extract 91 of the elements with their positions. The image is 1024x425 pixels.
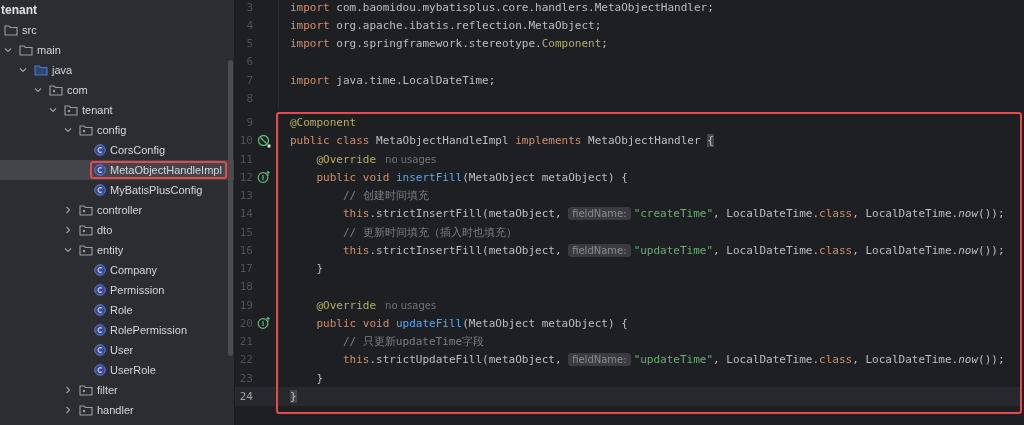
tree-item-label: controller: [97, 204, 143, 216]
tree-item-label: RolePermission: [110, 324, 188, 336]
code-line: this.strictInsertFill(metaObject, fieldName: "createTime", LocalDateTime.class, LocalDateTime.now());: [341, 207, 1005, 221]
code-line: import org.apache.ibatis.reflection.MetaObject;: [290, 18, 602, 32]
package-icon: [79, 384, 93, 396]
package-icon: [79, 204, 93, 216]
parameter-hint: fieldName:: [568, 207, 631, 221]
package-icon: [64, 104, 78, 116]
tree-item-label: config: [97, 124, 127, 136]
class-icon: [94, 324, 106, 336]
package-icon: [49, 84, 63, 96]
tree-item-label: handler: [97, 404, 134, 416]
tree-item[interactable]: tenant: [0, 100, 234, 120]
scrollbar[interactable]: [228, 60, 233, 356]
tree-item[interactable]: MetaObjectHandleImpl: [0, 160, 234, 180]
code-line: import java.time.LocalDateTime;: [290, 73, 496, 87]
code-line: public class MetaObjectHandleImpl implements MetaObjectHandler {: [290, 134, 714, 148]
code-line: this.strictInsertFill(metaObject, fieldName: "updateTime", LocalDateTime.class, LocalDateTime.now());: [341, 243, 1005, 257]
usage-hint: no usages: [385, 299, 437, 311]
parameter-hint: fieldName:: [568, 243, 631, 257]
class-icon: [94, 344, 106, 356]
class-icon: [94, 304, 106, 316]
tree-item-label: filter: [97, 384, 118, 396]
class-icon: [94, 144, 106, 156]
tree-item[interactable]: User: [0, 340, 234, 360]
tree-item-label: entity: [97, 244, 124, 256]
code-line: import com.baomidou.mybatisplus.core.handlers.MetaObjectHandler;: [290, 0, 714, 14]
code-line: }: [315, 371, 324, 385]
tree-item[interactable]: controller: [0, 200, 234, 220]
code-line: @Component: [290, 116, 357, 130]
project-title: tenant: [1, 3, 37, 17]
tree-item[interactable]: Permission: [0, 280, 234, 300]
tree-item-label: Company: [110, 264, 158, 276]
class-icon: [94, 264, 106, 276]
tree-item-label: dto: [97, 224, 113, 236]
tree-item-label: main: [37, 44, 61, 56]
code-line: import org.springframework.stereotype.Component;: [290, 37, 608, 51]
code-line: public void insertFill(MetaObject metaObject) {: [315, 170, 628, 184]
tree-item-label: MetaObjectHandleImpl: [110, 164, 222, 176]
code-line: // 更新时间填充（插入时也填充）: [341, 224, 517, 240]
code-brace: }: [290, 389, 297, 403]
package-icon: [79, 404, 93, 416]
tree-item-label: Role: [110, 304, 133, 316]
tree-item[interactable]: main: [0, 40, 234, 60]
tree-item-label: User: [110, 344, 134, 356]
tree-item-label: Permission: [110, 284, 165, 296]
package-icon: [79, 244, 93, 256]
tree-item[interactable]: UserRole: [0, 360, 234, 380]
code-line: @Override no usages: [315, 152, 437, 166]
usage-hint: no usages: [385, 153, 437, 165]
tree-item[interactable]: RolePermission: [0, 320, 234, 340]
tree-item[interactable]: filter: [0, 380, 234, 400]
tree-item[interactable]: dto: [0, 220, 234, 240]
tree-item[interactable]: Role: [0, 300, 234, 320]
tree-item[interactable]: handler: [0, 400, 234, 420]
folder-icon: [19, 44, 33, 56]
code-line: this.strictUpdateFill(metaObject, fieldName: "updateTime", LocalDateTime.class, LocalDateTime.now());: [341, 353, 1005, 367]
code-line: }: [315, 262, 324, 276]
class-icon: [94, 184, 106, 196]
tree-item-label: tenant: [82, 104, 113, 116]
override-icon[interactable]: [257, 316, 271, 331]
bean-icon[interactable]: [257, 133, 271, 148]
tree-item[interactable]: entity: [0, 240, 234, 260]
code-line: // 创建时间填充: [341, 188, 429, 204]
tree-item-label: com: [67, 84, 88, 96]
folder-icon: [34, 64, 48, 76]
tree-item-label: UserRole: [110, 364, 156, 376]
tree-item-label: src: [22, 24, 37, 36]
tree-item[interactable]: config: [0, 120, 234, 140]
package-icon: [79, 224, 93, 236]
code-brace: {: [707, 134, 714, 148]
folder-icon: [4, 24, 18, 36]
tree-item-label: java: [52, 64, 73, 76]
tree-item[interactable]: Company: [0, 260, 234, 280]
parameter-hint: fieldName:: [568, 353, 631, 367]
code-line: // 只更新updateTime字段: [341, 334, 485, 350]
tree-item[interactable]: src: [0, 20, 234, 40]
tree-item-label: MyBatisPlusConfig: [110, 184, 203, 196]
line-number: 24: [238, 389, 253, 403]
class-icon: [94, 284, 106, 296]
tree-item[interactable]: java: [0, 60, 234, 80]
override-icon[interactable]: [257, 170, 271, 185]
class-icon: [94, 164, 106, 176]
tree-item-label: CorsConfig: [110, 144, 166, 156]
tree-item[interactable]: CorsConfig: [0, 140, 234, 160]
package-icon: [79, 124, 93, 136]
tree-item[interactable]: MyBatisPlusConfig: [0, 180, 234, 200]
class-icon: [94, 364, 106, 376]
tree-item[interactable]: com: [0, 80, 234, 100]
code-line: public void updateFill(MetaObject metaObject) {: [315, 316, 628, 330]
code-line: @Override no usages: [315, 298, 437, 312]
